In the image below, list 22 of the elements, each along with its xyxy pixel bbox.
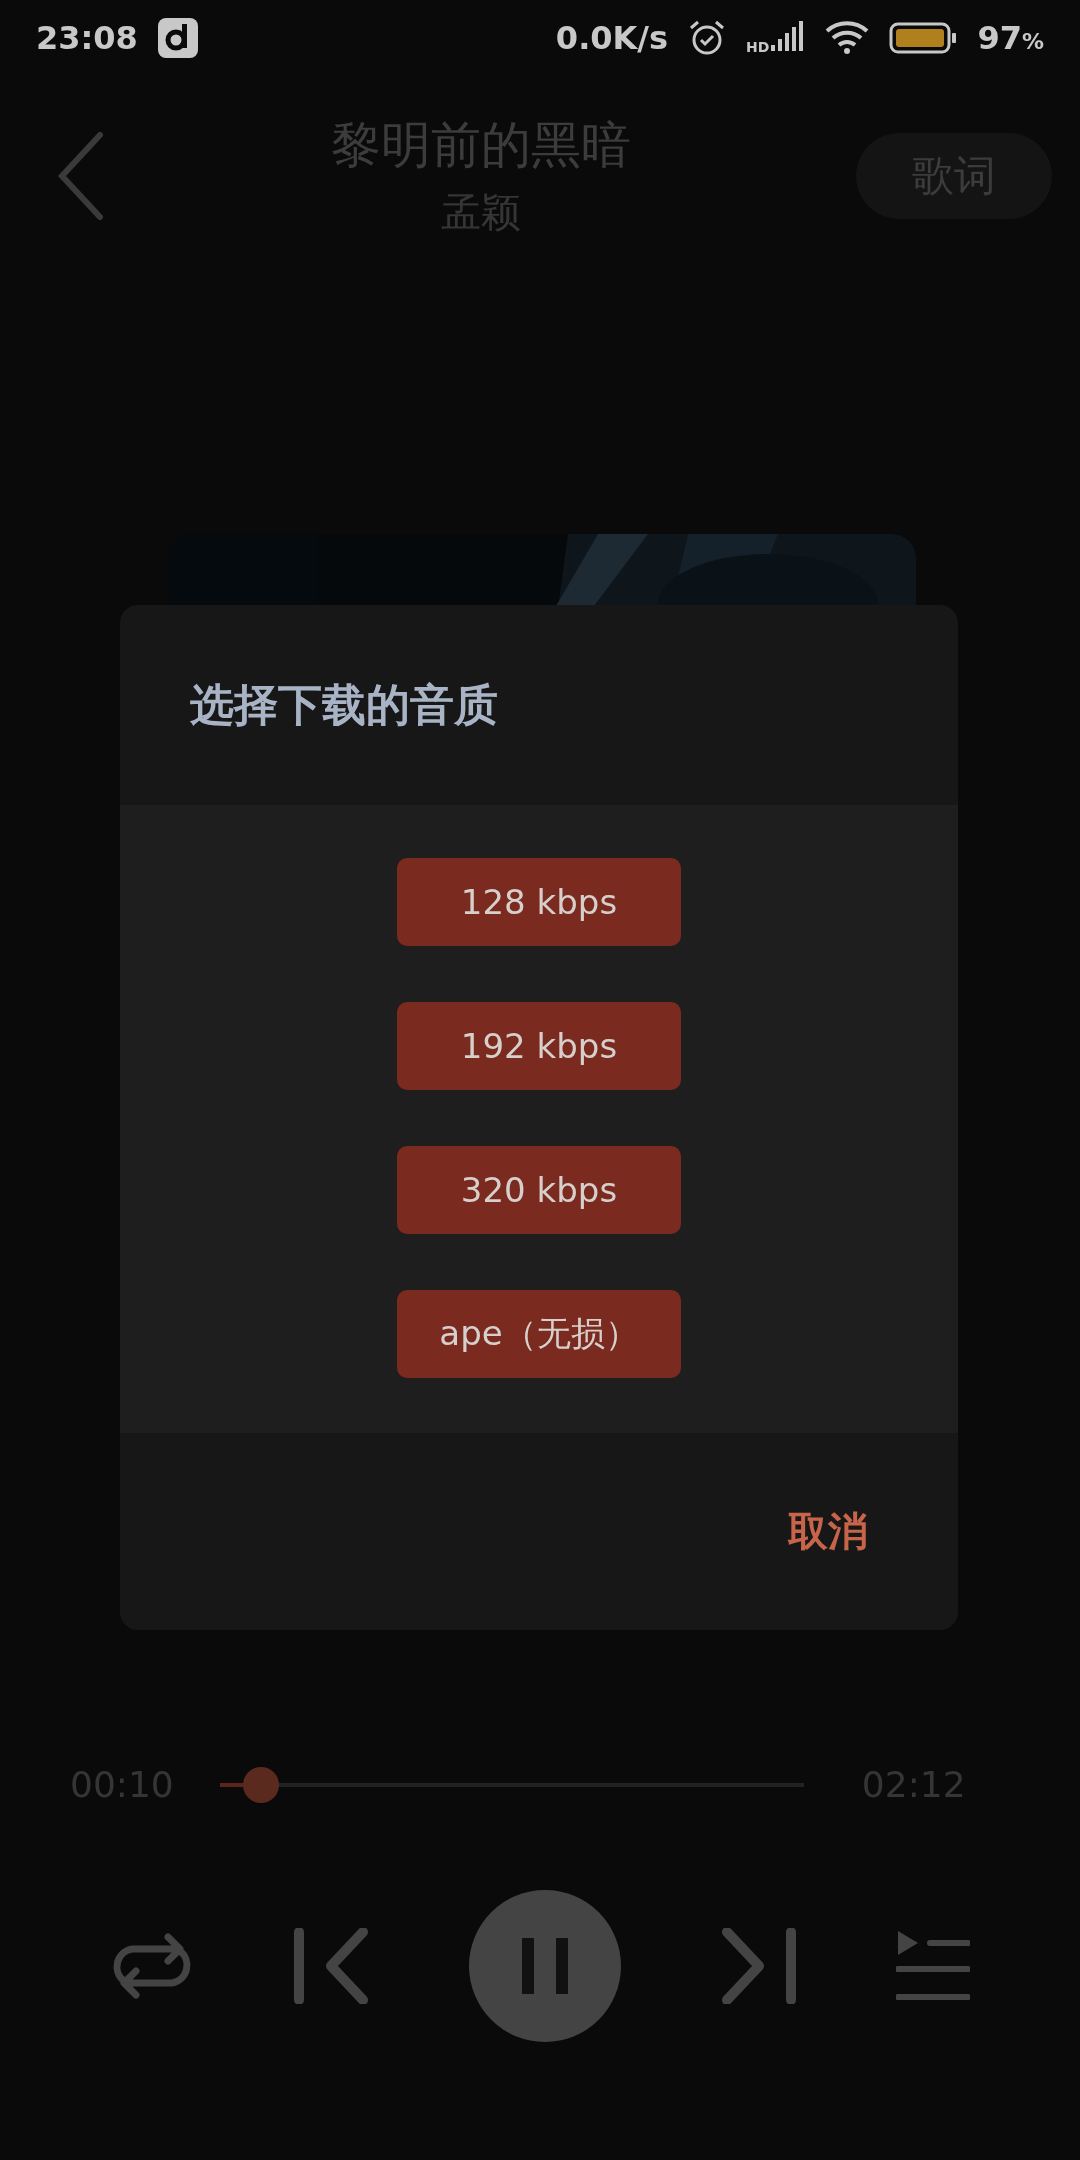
network-speed: 0.0K/s <box>555 19 669 57</box>
clock-time: 23:08 <box>36 19 138 57</box>
alarm-icon <box>688 19 727 57</box>
quality-option-button[interactable]: 192 kbps <box>397 1002 681 1090</box>
wifi-icon <box>825 21 870 55</box>
back-button[interactable] <box>56 131 106 221</box>
quality-option-button[interactable]: 128 kbps <box>397 858 681 946</box>
quality-option-button[interactable]: ape（无损） <box>397 1290 681 1378</box>
playlist-icon[interactable] <box>896 1929 971 2003</box>
quality-option-button[interactable]: 320 kbps <box>397 1146 681 1234</box>
cancel-button[interactable]: 取消 <box>788 1504 868 1559</box>
app-notification-icon <box>157 18 198 58</box>
dialog-title: 选择下载的音质 <box>189 677 499 732</box>
network-type-label: HD <box>746 39 770 55</box>
pause-icon <box>520 1938 570 1994</box>
battery-icon <box>889 22 958 54</box>
progress-track[interactable] <box>220 1766 804 1803</box>
next-icon[interactable] <box>720 1928 797 2004</box>
progress-thumb[interactable] <box>243 1766 279 1803</box>
battery-percent: 97 <box>977 19 1022 57</box>
previous-icon[interactable] <box>293 1928 370 2004</box>
percent-sign: % <box>1021 29 1044 54</box>
